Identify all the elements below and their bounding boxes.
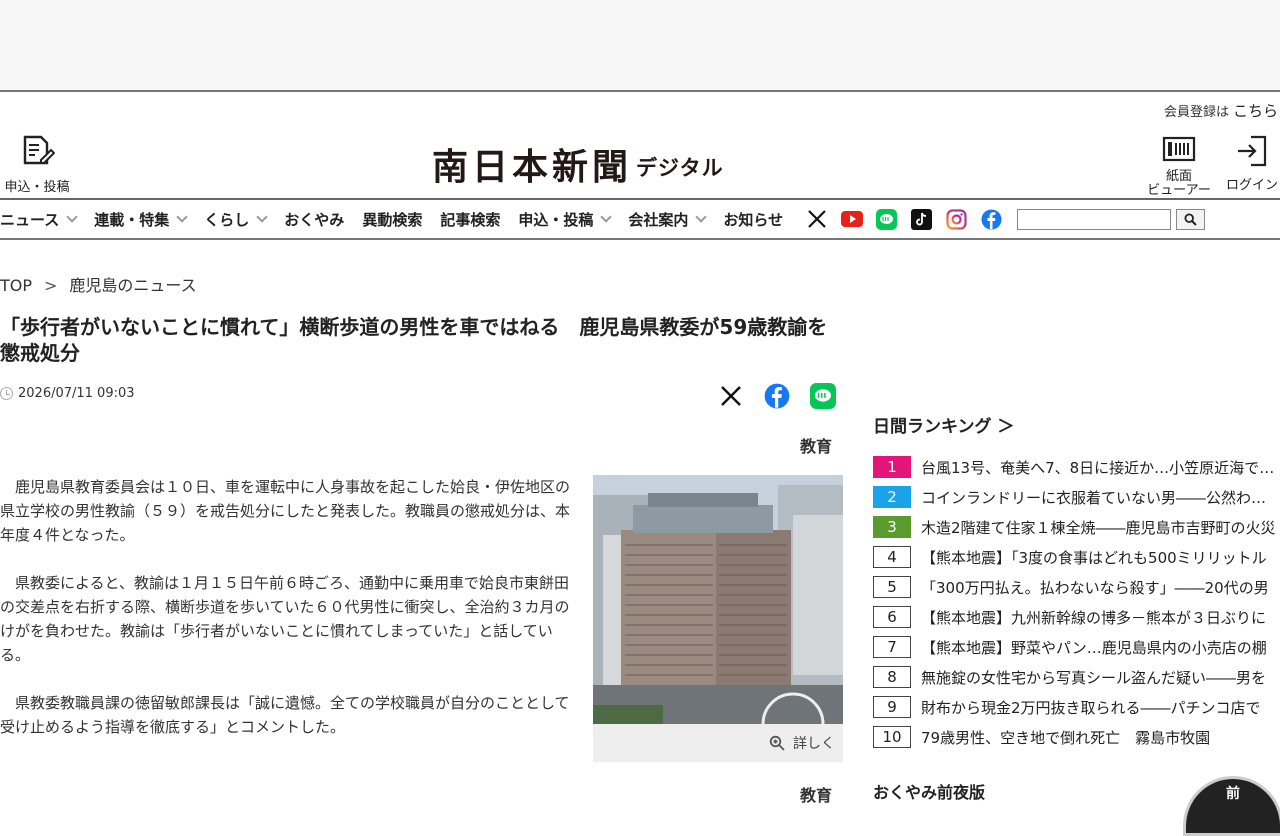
line-icon[interactable] [875, 208, 898, 231]
rank-number: 10 [873, 726, 911, 748]
article-paragraph: 鹿児島県教育委員会は１０日、車を運転中に人身事故を起こした姶良・伊佐地区の県立学… [0, 478, 571, 544]
share-line-icon[interactable] [810, 383, 836, 409]
site-logo[interactable]: 南日本新聞 デジタル [432, 138, 724, 190]
social-links [805, 208, 1003, 231]
ranking-item-title: 木造2階建て住家１棟全焼――鹿児島市吉野町の火災 [921, 518, 1276, 537]
chevron-down-icon [600, 210, 613, 223]
breadcrumb-home[interactable]: TOP [0, 276, 32, 295]
article-date: 2026/07/11 09:03 [0, 386, 135, 401]
ranking-item[interactable]: 5 「300万円払え。払わないなら殺す」――20代の男 [873, 572, 1280, 602]
youtube-icon[interactable] [840, 208, 863, 231]
x-icon[interactable] [805, 208, 828, 231]
share-x-icon[interactable] [718, 383, 744, 409]
chevron-down-icon [66, 210, 78, 223]
apply-post-label: 申込・投稿 [4, 180, 70, 195]
ranking-item-title: 【熊本地震】野菜やパン…鹿児島県内の小売店の棚 [921, 638, 1267, 657]
daily-ranking-list: 1 台風13号、奄美へ7、8日に接近か…小笠原近海で発生 2 コインランドリーに… [873, 452, 1280, 752]
breadcrumb-kagoshima-news[interactable]: 鹿児島のニュース [69, 276, 196, 295]
newspaper-icon [1162, 136, 1196, 162]
share-facebook-icon[interactable] [764, 383, 790, 409]
rank-number: 5 [873, 576, 911, 598]
tiktok-icon[interactable] [910, 208, 933, 231]
facebook-icon[interactable] [980, 208, 1003, 231]
search-icon [1184, 212, 1197, 226]
ranking-item-title: 無施錠の女性宅から写真シール盗んだ疑い――男を [921, 668, 1267, 687]
instagram-icon[interactable] [945, 208, 968, 231]
rank-number: 4 [873, 546, 911, 568]
nav-transfer-search[interactable]: 異動検索 [362, 209, 422, 230]
member-registration-link[interactable]: こちら [1233, 102, 1278, 120]
ranking-item-title: 79歳男性、空き地で倒れ死亡 霧島市牧園 [921, 728, 1211, 747]
obituary-section-title[interactable]: おくやみ前夜版 [873, 779, 985, 803]
ranking-item-title: 財布から現金2万円抜き取られる――パチンコ店で [921, 698, 1261, 717]
ranking-item[interactable]: 3 木造2階建て住家１棟全焼――鹿児島市吉野町の火災 [873, 512, 1280, 542]
login-button[interactable]: ログイン [1222, 134, 1280, 193]
member-registration: 会員登録は こちら [1163, 102, 1278, 120]
edit-document-icon [23, 135, 56, 165]
nav-obituary[interactable]: おくやみ [284, 209, 344, 230]
ranking-item[interactable]: 8 無施錠の女性宅から写真シール盗んだ疑い――男を [873, 662, 1280, 692]
ranking-item-title: 【熊本地震】「3度の食事はどれも500ミリリットル [921, 548, 1267, 567]
ranking-item-title: コインランドリーに衣服着ていない男――公然わいせつ [921, 488, 1278, 507]
apply-post-button[interactable]: 申込・投稿 [0, 134, 74, 195]
rank-number: 6 [873, 606, 911, 628]
nav-series[interactable]: 連載・特集 [94, 209, 188, 230]
article-photo[interactable]: 詳しく [593, 475, 843, 762]
ranking-item[interactable]: 9 財布から現金2万円抜き取られる――パチンコ店で [873, 692, 1280, 722]
article-paragraph: 県教委教職員課の徳留敏郎課長は「誠に遺憾。全ての学校職員が自分のこととして受け止… [0, 694, 570, 736]
ranking-item[interactable]: 4 【熊本地震】「3度の食事はどれも500ミリリットル [873, 542, 1280, 572]
article-body: 鹿児島県教育委員会は１０日、車を運転中に人身事故を起こした姶良・伊佐地区の県立学… [0, 475, 578, 763]
search-button[interactable] [1176, 208, 1206, 230]
rank-number: 8 [873, 666, 911, 688]
nav-apply-post[interactable]: 申込・投稿 [518, 209, 613, 230]
rank-number: 7 [873, 636, 911, 658]
rank-number: 3 [873, 516, 911, 538]
ranking-item[interactable]: 6 【熊本地震】九州新幹線の博多－熊本が３日ぶりに [873, 602, 1280, 632]
photo-caption[interactable]: 詳しく [593, 724, 843, 762]
nav-company[interactable]: 会社案内 [628, 209, 708, 230]
search-input[interactable] [1017, 208, 1172, 230]
chevron-down-icon [256, 210, 268, 223]
building-photo [593, 475, 843, 724]
share-buttons [718, 383, 836, 409]
ranking-item[interactable]: 7 【熊本地震】野菜やパン…鹿児島県内の小売店の棚 [873, 632, 1280, 662]
ranking-item[interactable]: 1 台風13号、奄美へ7、8日に接近か…小笠原近海で発生 [873, 452, 1280, 482]
rank-number: 2 [873, 486, 911, 508]
ranking-item[interactable]: 2 コインランドリーに衣服着ていない男――公然わいせつ [873, 482, 1280, 512]
category-tag-bottom[interactable]: 教育 [800, 782, 832, 806]
nav-life[interactable]: くらし [204, 209, 268, 230]
login-icon [1238, 135, 1267, 167]
clock-icon [0, 387, 13, 400]
article-paragraph: 県教委によると、教諭は１月１５日午前６時ごろ、通勤中に乗用車で姶良市東餅田の交差… [0, 574, 570, 664]
newspaper-viewer-button[interactable]: 紙面 ビューアー [1142, 136, 1216, 198]
rank-number: 9 [873, 696, 911, 718]
article-title: 「歩行者がいないことに慣れて」横断歩道の男性を車ではねる 鹿児島県教委が59歳教… [0, 315, 828, 365]
main-navigation: ニュース 連載・特集 くらし おくやみ 異動検索 記事検索 申込・投稿 会社案内… [0, 200, 1280, 240]
nav-article-search[interactable]: 記事検索 [440, 209, 500, 230]
ranking-item-title: 【熊本地震】九州新幹線の博多－熊本が３日ぶりに [921, 608, 1267, 627]
nav-news[interactable]: ニュース [0, 209, 78, 230]
chevron-down-icon [695, 210, 708, 223]
nav-notices[interactable]: お知らせ [723, 209, 783, 230]
site-header: 会員登録は こちら 申込・投稿 南日本新聞 デジタル 紙面 ビューアー ログイン [0, 92, 1280, 200]
rank-number: 1 [873, 456, 911, 478]
ranking-item-title: 台風13号、奄美へ7、8日に接近か…小笠原近海で発生 [921, 458, 1278, 477]
chevron-down-icon [176, 210, 188, 223]
ad-banner [0, 0, 1280, 92]
breadcrumb: TOP > 鹿児島のニュース [0, 276, 197, 295]
ranking-title[interactable]: 日間ランキング ＞ [873, 412, 1014, 437]
zoom-in-icon [769, 735, 785, 751]
obituary-badge[interactable]: 前 [1183, 776, 1280, 836]
category-tag[interactable]: 教育 [800, 433, 832, 457]
ranking-item[interactable]: 10 79歳男性、空き地で倒れ死亡 霧島市牧園 [873, 722, 1280, 752]
ranking-item-title: 「300万円払え。払わないなら殺す」――20代の男 [921, 578, 1269, 597]
